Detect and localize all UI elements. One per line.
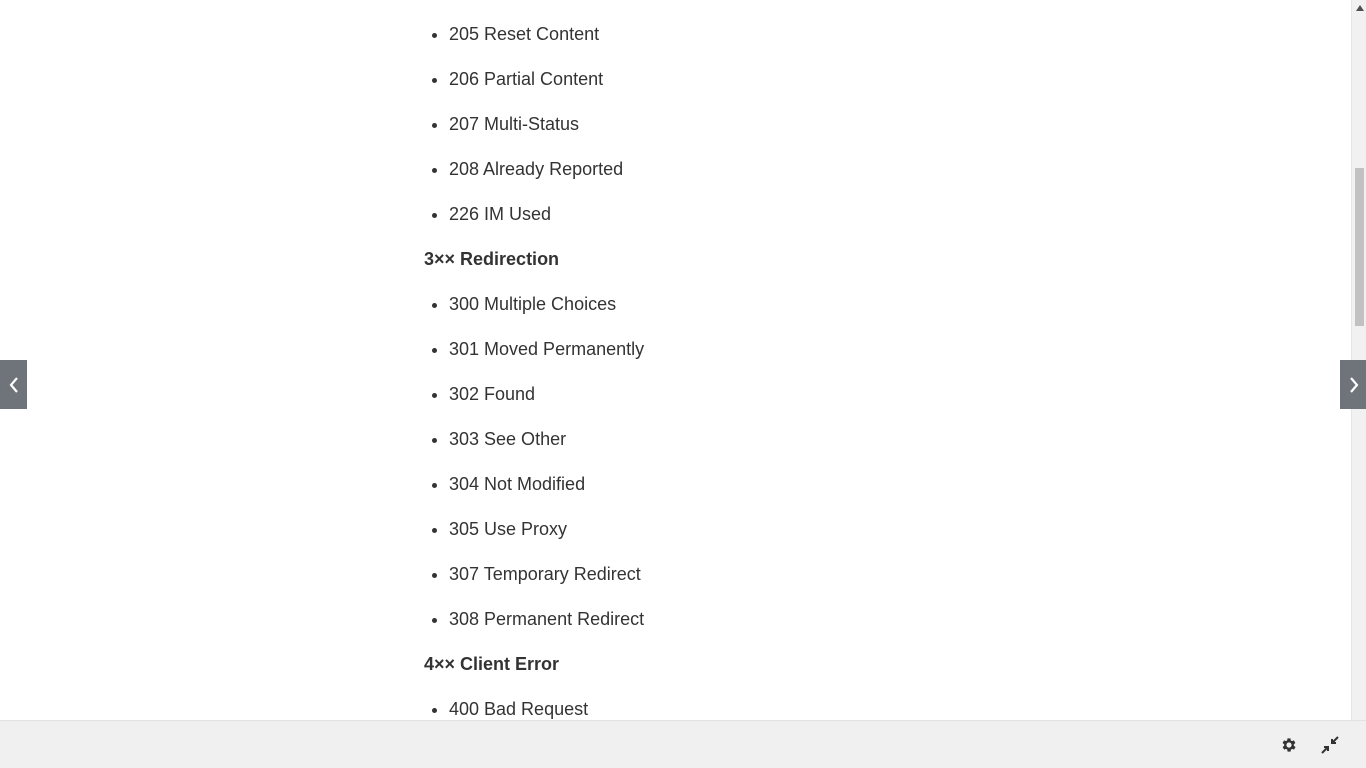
status-list-4xx: 400 Bad Request bbox=[424, 687, 944, 720]
content-area: 205 Reset Content 206 Partial Content 20… bbox=[0, 0, 1351, 720]
list-item: 307 Temporary Redirect bbox=[449, 552, 944, 597]
exit-fullscreen-icon bbox=[1321, 736, 1339, 754]
list-item: 208 Already Reported bbox=[449, 147, 944, 192]
list-item: 400 Bad Request bbox=[449, 687, 944, 720]
triangle-up-icon[interactable] bbox=[1352, 0, 1366, 15]
status-list-2xx: 205 Reset Content 206 Partial Content 20… bbox=[424, 12, 944, 237]
list-item: 206 Partial Content bbox=[449, 57, 944, 102]
list-item: 301 Moved Permanently bbox=[449, 327, 944, 372]
bottom-toolbar bbox=[0, 720, 1366, 768]
gear-icon bbox=[1282, 738, 1296, 752]
exit-fullscreen-button[interactable] bbox=[1319, 734, 1341, 756]
list-item: 300 Multiple Choices bbox=[449, 282, 944, 327]
status-list-3xx: 300 Multiple Choices 301 Moved Permanent… bbox=[424, 282, 944, 642]
settings-button[interactable] bbox=[1278, 734, 1300, 756]
list-item: 304 Not Modified bbox=[449, 462, 944, 507]
list-item: 308 Permanent Redirect bbox=[449, 597, 944, 642]
list-item: 226 IM Used bbox=[449, 192, 944, 237]
scrollbar-thumb[interactable] bbox=[1355, 168, 1364, 326]
list-item: 205 Reset Content bbox=[449, 12, 944, 57]
article: 205 Reset Content 206 Partial Content 20… bbox=[424, 12, 944, 720]
section-heading-3xx: 3×× Redirection bbox=[424, 249, 560, 269]
list-item: 303 See Other bbox=[449, 417, 944, 462]
list-item: 305 Use Proxy bbox=[449, 507, 944, 552]
chevron-right-icon bbox=[1349, 376, 1358, 393]
chevron-left-icon bbox=[9, 376, 18, 393]
section-heading-4xx: 4×× Client Error bbox=[424, 654, 560, 674]
next-slide-button[interactable] bbox=[1340, 360, 1366, 409]
list-item: 302 Found bbox=[449, 372, 944, 417]
previous-slide-button[interactable] bbox=[0, 360, 27, 409]
list-item: 207 Multi-Status bbox=[449, 102, 944, 147]
